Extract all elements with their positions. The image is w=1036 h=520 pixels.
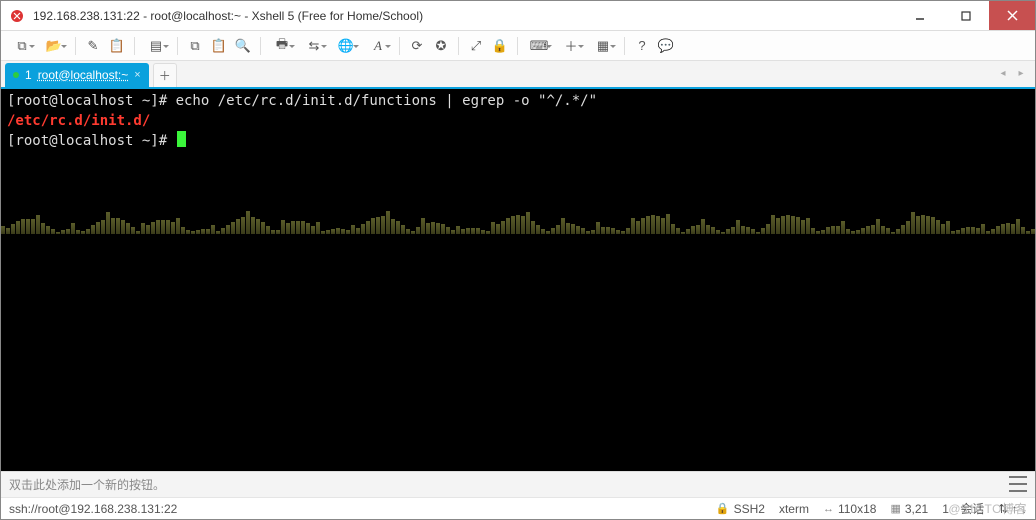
clipboard-button[interactable]: 📋: [208, 35, 230, 57]
status-position: ▦3,21: [890, 502, 928, 516]
tab-index: 1: [25, 68, 32, 82]
separator: [458, 37, 459, 55]
terminal-prompt: [root@localhost ~]#: [7, 133, 176, 149]
tab-session-1[interactable]: 1 root@localhost:~ ×: [5, 63, 149, 87]
separator: [75, 37, 76, 55]
status-sessions: 1 会话: [942, 500, 984, 517]
font-button[interactable]: A: [363, 35, 393, 57]
window-title: 192.168.238.131:22 - root@localhost:~ - …: [33, 9, 897, 23]
terminal-output: /etc/rc.d/init.d/: [7, 111, 1029, 131]
add-button[interactable]: ＋: [556, 35, 586, 57]
terminal[interactable]: [root@localhost ~]# echo /etc/rc.d/init.…: [1, 89, 1035, 471]
tab-close-icon[interactable]: ×: [134, 69, 140, 81]
tab-scroll: ◂ ▸: [995, 65, 1029, 81]
cursor: [177, 131, 186, 147]
new-tab-button[interactable]: ＋: [153, 63, 177, 87]
lock-button[interactable]: 🔒: [489, 35, 511, 57]
tab-scroll-right[interactable]: ▸: [1013, 65, 1029, 81]
status-term: xterm: [779, 502, 809, 516]
app-window: 192.168.238.131:22 - root@localhost:~ - …: [0, 0, 1036, 520]
minimize-button[interactable]: [897, 1, 943, 30]
status-connection: ssh://root@192.168.238.131:22: [9, 502, 702, 516]
compass-button[interactable]: ✪: [430, 35, 452, 57]
connection-status-icon: [13, 72, 19, 78]
hint-bar[interactable]: 双击此处添加一个新的按钮。: [1, 471, 1035, 497]
hamburger-menu-icon[interactable]: [1009, 476, 1027, 492]
properties-button[interactable]: ▤: [141, 35, 171, 57]
help-button[interactable]: ?: [631, 35, 653, 57]
tab-scroll-left[interactable]: ◂: [995, 65, 1011, 81]
transfer-button[interactable]: ⇆: [299, 35, 329, 57]
highlight-button[interactable]: ✎: [82, 35, 104, 57]
toolbar: ⧉ 📂 ✎ 📋 ▤ ⧉ 📋 🔍 🖶 ⇆ 🌐 A ⟳ ✪ ⤢ 🔒 ⌨ ＋ ▦ ? …: [1, 31, 1035, 61]
layout-button[interactable]: ▦: [588, 35, 618, 57]
separator: [517, 37, 518, 55]
titlebar: 192.168.238.131:22 - root@localhost:~ - …: [1, 1, 1035, 31]
separator: [399, 37, 400, 55]
chat-button[interactable]: 💬: [655, 35, 677, 57]
reload-button[interactable]: ⟳: [406, 35, 428, 57]
grid-icon: ▦: [890, 502, 900, 515]
waveform-decoration: [1, 204, 1035, 234]
new-session-button[interactable]: ⧉: [7, 35, 37, 57]
separator: [260, 37, 261, 55]
status-bar: ssh://root@192.168.238.131:22 🔒SSH2 xter…: [1, 497, 1035, 519]
keyboard-button[interactable]: ⌨: [524, 35, 554, 57]
close-button[interactable]: [989, 1, 1035, 30]
copy-button[interactable]: ⧉: [184, 35, 206, 57]
status-protocol: 🔒SSH2: [716, 502, 765, 516]
status-transfer-arrows: ⇅ ↑ ↓: [998, 502, 1027, 516]
fullscreen-button[interactable]: ⤢: [465, 35, 487, 57]
hint-text: 双击此处添加一个新的按钮。: [9, 476, 165, 493]
app-icon: [9, 8, 25, 24]
terminal-prompt-line: [root@localhost ~]#: [7, 131, 1029, 151]
tabbar: 1 root@localhost:~ × ＋ ◂ ▸: [1, 61, 1035, 89]
resize-icon: ↔: [823, 503, 834, 515]
terminal-line: [root@localhost ~]# echo /etc/rc.d/init.…: [7, 91, 1029, 111]
maximize-button[interactable]: [943, 1, 989, 30]
lock-icon: 🔒: [716, 502, 730, 515]
open-button[interactable]: 📂: [39, 35, 69, 57]
globe-button[interactable]: 🌐: [331, 35, 361, 57]
tab-label: root@localhost:~: [38, 68, 129, 82]
separator: [134, 37, 135, 55]
separator: [624, 37, 625, 55]
search-button[interactable]: 🔍: [232, 35, 254, 57]
status-size: ↔110x18: [823, 502, 876, 516]
paste-button[interactable]: 📋: [106, 35, 128, 57]
separator: [177, 37, 178, 55]
print-button[interactable]: 🖶: [267, 35, 297, 57]
window-controls: [897, 1, 1035, 30]
